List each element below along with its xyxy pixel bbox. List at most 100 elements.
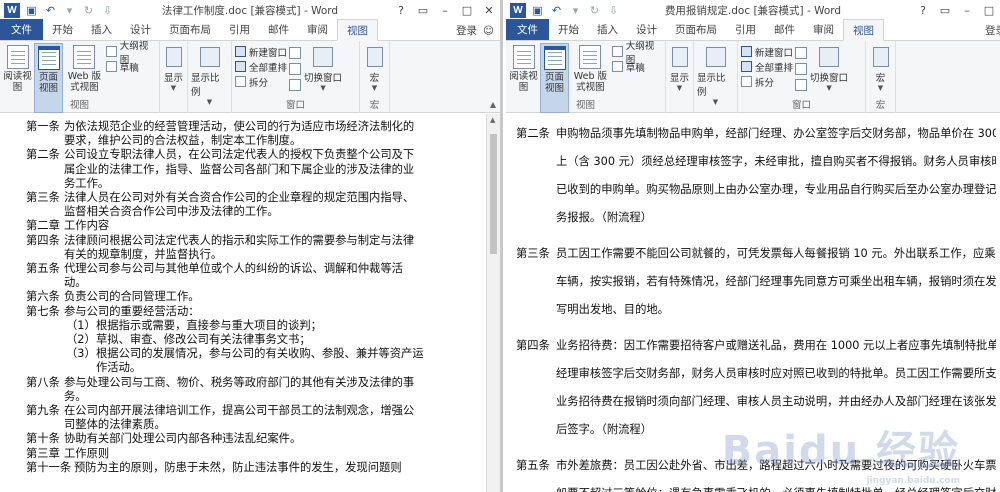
customize-qat-icon[interactable]: ⇩ xyxy=(100,3,115,18)
new-window-button[interactable]: 新建窗口 xyxy=(235,45,287,59)
switch-windows-label: 切换窗口 xyxy=(304,73,343,84)
reset-position-icon[interactable] xyxy=(795,79,808,91)
save-icon[interactable]: ▣ xyxy=(530,3,545,18)
read-mode-label: 阅读视图 xyxy=(3,71,32,93)
minimize-icon[interactable]: – xyxy=(956,0,978,20)
list-item: （3） 根据公司的发展情况，参与公司的有关收购、参股、兼并等资产运作活动。 xyxy=(26,347,486,375)
help-icon[interactable]: ? xyxy=(912,0,934,20)
article-text: 在公司内部开展法律培训工作，提高公司干部员工的法制观念，增强公司整体的法律素质。 xyxy=(64,404,415,432)
customize-qat-icon[interactable]: ⇩ xyxy=(606,3,621,18)
scrollbar-thumb[interactable] xyxy=(490,134,497,254)
undo-icon[interactable]: ↶ xyxy=(43,3,58,18)
article-4: 第四条 法律顾问根据公司法定代表人的指示和实际工作的需要参与制定与法律有关的规章制… xyxy=(26,234,486,262)
save-icon[interactable]: ▣ xyxy=(24,3,39,18)
side-by-side-icon[interactable] xyxy=(289,47,302,59)
tab-references[interactable]: 引用 xyxy=(220,19,259,40)
web-layout-icon xyxy=(73,45,96,69)
undo-dropdown-icon[interactable]: ▾ xyxy=(62,3,77,18)
maximize-icon[interactable]: □ xyxy=(978,0,1000,20)
web-layout-label: Web 版式视图 xyxy=(67,71,101,93)
sync-scroll-icon[interactable] xyxy=(289,63,302,75)
new-window-button[interactable]: 新建窗口 xyxy=(741,45,793,59)
tab-insert[interactable]: 插入 xyxy=(82,19,121,40)
outline-button[interactable]: 大纲视图 xyxy=(611,41,662,66)
tab-references[interactable]: 引用 xyxy=(726,19,765,40)
draft-button[interactable]: 草稿 xyxy=(105,60,156,74)
arrange-all-button[interactable]: 全部重排 xyxy=(235,60,287,74)
watermark-url: jingyan.baidu.com xyxy=(866,476,960,486)
collapse-ribbon-icon[interactable]: ▲ xyxy=(490,100,496,109)
macros-icon xyxy=(872,47,889,67)
tab-layout[interactable]: 页面布局 xyxy=(666,19,726,40)
undo-dropdown-icon[interactable]: ▾ xyxy=(568,3,583,18)
print-layout-label: 页面视图 xyxy=(545,72,565,94)
help-icon[interactable]: ? xyxy=(390,0,412,20)
article-number: 第二条 xyxy=(516,127,550,140)
close-icon[interactable]: ✕ xyxy=(478,0,500,20)
side-by-side-icon[interactable] xyxy=(795,47,808,59)
redo-icon[interactable]: ↻ xyxy=(81,3,96,18)
reset-position-icon[interactable] xyxy=(289,79,302,91)
redo-icon[interactable]: ↻ xyxy=(587,3,602,18)
scroll-up-icon[interactable]: ▲ xyxy=(490,116,495,124)
print-layout-icon xyxy=(37,46,60,70)
maximize-icon[interactable]: □ xyxy=(456,0,478,20)
article-2: 第二条 公司设立专职法律人员，在公司法定代表人的授权下负责整个公司及下属企业的法律… xyxy=(26,148,486,191)
word-logo-icon[interactable]: W xyxy=(4,2,20,18)
show-button[interactable]: 显示 ▼ xyxy=(163,43,184,113)
document-page[interactable]: 第一条 为依法规范企业的经营管理活动，使公司的行为适应市场经济法制化的要求，维护公… xyxy=(0,114,486,492)
tab-home[interactable]: 开始 xyxy=(549,19,588,40)
minimize-icon[interactable]: – xyxy=(434,0,456,20)
article-number: 第五条 xyxy=(26,262,60,276)
tab-review[interactable]: 审阅 xyxy=(298,19,337,40)
split-button[interactable]: 拆分 xyxy=(235,75,287,89)
macros-group: 宏 ▼ 宏 xyxy=(360,41,390,113)
watermark-text: Baidu 经验 xyxy=(721,428,960,474)
article-text: 参与公司的重要经营活动： xyxy=(64,304,200,318)
sync-scroll-icon[interactable] xyxy=(795,63,808,75)
outline-button[interactable]: 大纲视图 xyxy=(105,41,156,66)
split-button[interactable]: 拆分 xyxy=(741,75,793,89)
ribbon-display-icon[interactable]: ▭ xyxy=(934,0,956,20)
article-text: 预防为主的原则，防患于未然，防止违法事件的发生，发现问题则 xyxy=(74,460,402,474)
tab-review[interactable]: 审阅 xyxy=(804,19,843,40)
show-button[interactable]: 显示 ▼ xyxy=(669,43,690,113)
article-number: 第四条 xyxy=(26,233,60,247)
ribbon-display-icon[interactable]: ▭ xyxy=(412,0,434,20)
tab-view[interactable]: 视图 xyxy=(843,19,884,41)
tab-home[interactable]: 开始 xyxy=(43,19,82,40)
signin-link[interactable]: 登录 xyxy=(456,23,477,38)
macros-group: 宏 ▼ 宏 xyxy=(866,41,896,113)
zoom-button[interactable]: 显示比例 ▼ xyxy=(191,43,228,113)
document-page[interactable]: 第二条 申购物品须事先填制物品申购单，经部门经理、办公室签字后交财务部，物品单价… xyxy=(506,114,1000,492)
text-line: 上（含 300 元）须经总经理审核签字，未经审批，擅自购买者不得报销。财务人员审… xyxy=(556,155,996,168)
signin-area: 登录 xyxy=(985,23,1000,38)
draft-button[interactable]: 草稿 xyxy=(611,60,662,74)
tab-insert[interactable]: 插入 xyxy=(588,19,627,40)
text-line: 申购物品须事先填制物品申购单，经部门经理、办公室签字后交财务部，物品单价在 30… xyxy=(556,127,996,140)
vertical-scrollbar[interactable]: ▲ xyxy=(486,114,500,492)
read-mode-icon xyxy=(512,45,535,69)
tab-file[interactable]: 文件 xyxy=(0,19,43,40)
smiley-icon[interactable]: ☺ xyxy=(483,25,494,37)
text-line: 业务招待费：因工作需要招待客户或赠送礼品，费用在 1000 元以上者应事先填制特… xyxy=(556,339,996,352)
article-number: 第三条 xyxy=(516,247,550,260)
web-layout-icon xyxy=(579,45,602,69)
draft-icon xyxy=(105,61,117,72)
tab-mailings[interactable]: 邮件 xyxy=(259,19,298,40)
word-logo-icon[interactable]: W xyxy=(510,2,526,18)
undo-icon[interactable]: ↶ xyxy=(549,3,564,18)
tab-view[interactable]: 视图 xyxy=(337,19,378,41)
tab-file[interactable]: 文件 xyxy=(506,19,549,40)
right-word-window: W ▣ ↶ ▾ ↻ ⇩ 费用报销规定.doc [兼容模式] - Word ? ▭… xyxy=(506,0,1000,492)
tab-mailings[interactable]: 邮件 xyxy=(765,19,804,40)
ribbon-tabs: 文件 开始 插入 设计 页面布局 引用 邮件 审阅 视图 登录 xyxy=(506,19,1000,41)
article-6: 第六条 负责公司的合同管理工作。 xyxy=(26,290,486,304)
view-ribbon: 阅读视图 页面视图 Web 版式视图 大纲视图 草稿 视图 显示 ▼ 显示比例 … xyxy=(0,41,500,113)
zoom-button[interactable]: 显示比例 ▼ xyxy=(697,43,734,113)
arrange-all-button[interactable]: 全部重排 xyxy=(741,60,793,74)
signin-link[interactable]: 登录 xyxy=(985,23,1000,38)
zoom-label: 显示比例 xyxy=(191,73,220,98)
tab-layout[interactable]: 页面布局 xyxy=(160,19,220,40)
window-group: 新建窗口 全部重排 拆分 切换窗口 ▼ 窗口 xyxy=(232,41,360,113)
